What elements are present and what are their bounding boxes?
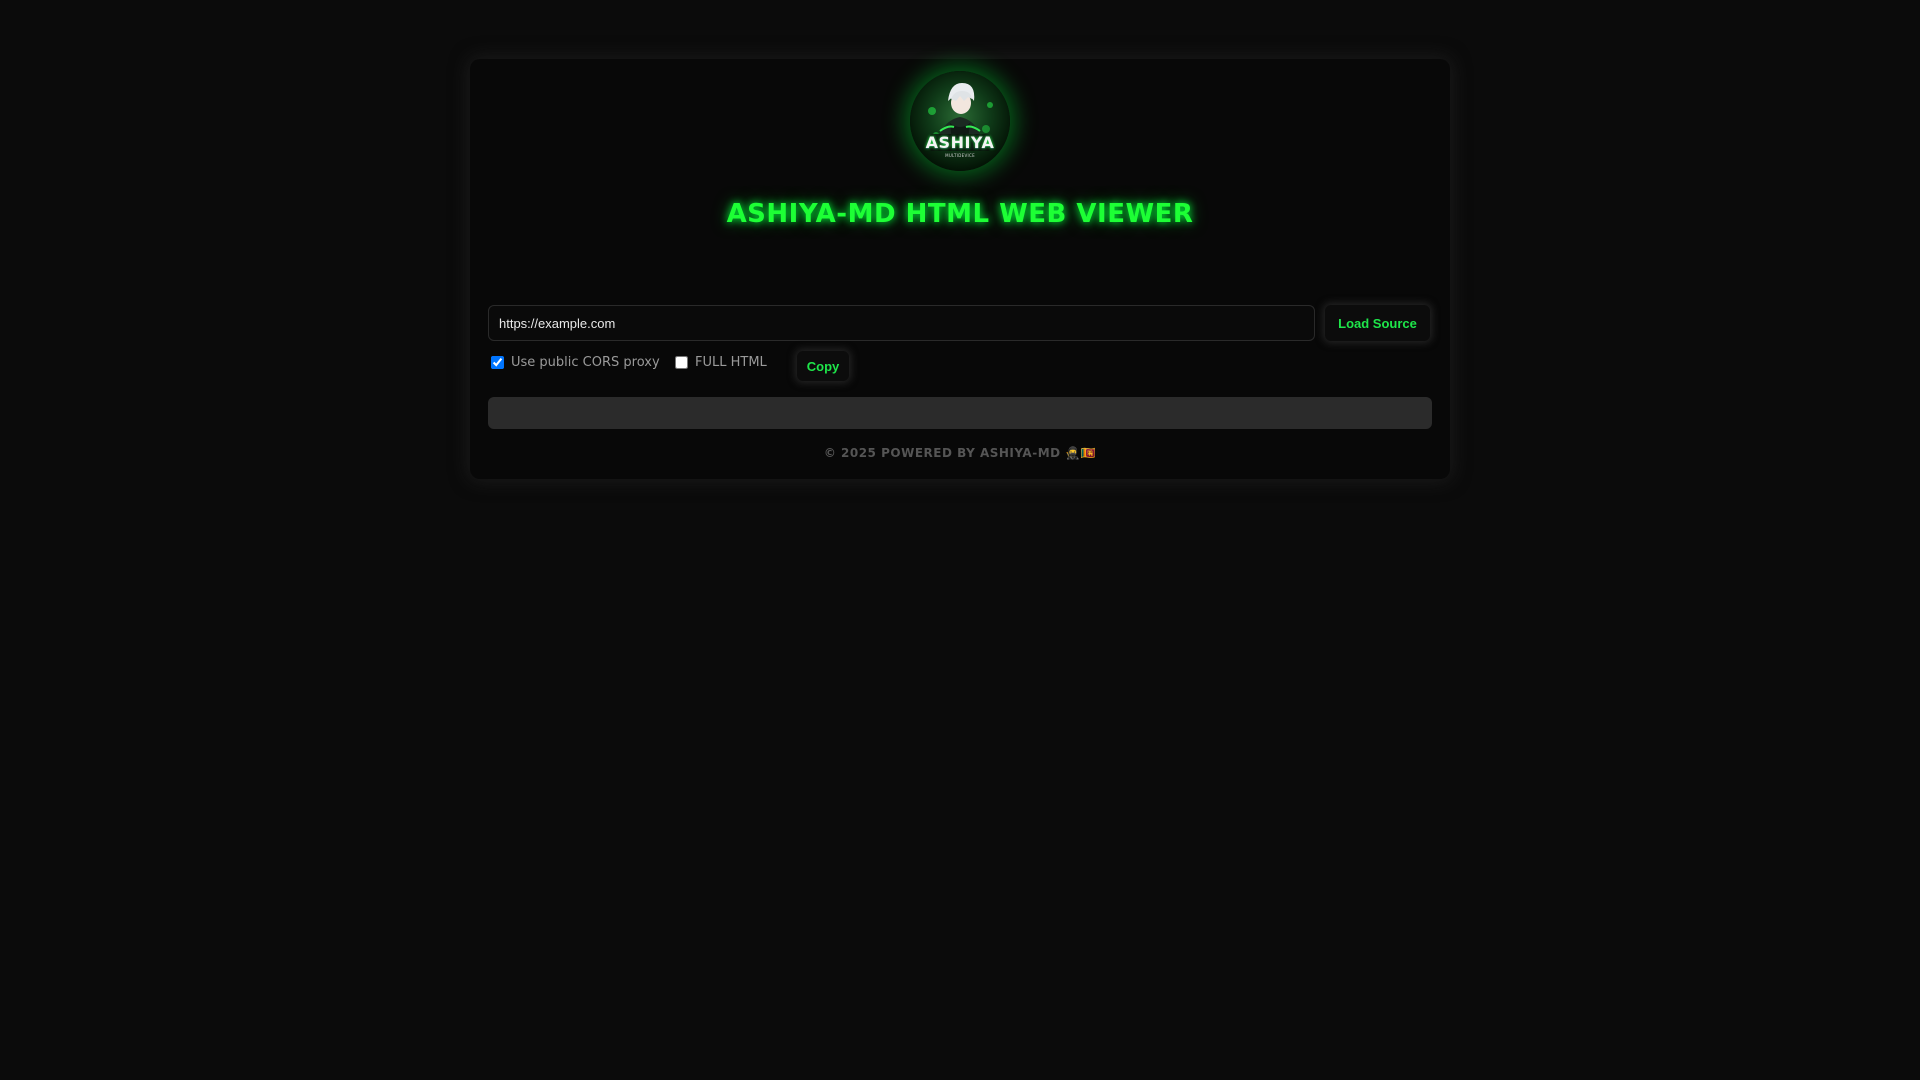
- cors-proxy-label: Use public CORS proxy: [511, 355, 660, 370]
- cors-proxy-checkbox[interactable]: [491, 356, 504, 369]
- page-title: ASHIYA-MD HTML WEB VIEWER: [726, 199, 1194, 229]
- logo-wordmark: ASHIYA: [925, 133, 995, 152]
- footer-credit: © 2025 POWERED BY ASHIYA-MD 🥷🇱🇰: [823, 446, 1097, 460]
- cors-proxy-option[interactable]: Use public CORS proxy: [491, 355, 660, 370]
- viewer-card: ASHIYA MULTIDEVICE ASHIYA-MD HTML WEB VI…: [470, 59, 1450, 479]
- source-output-box[interactable]: [488, 397, 1432, 429]
- full-html-checkbox[interactable]: [675, 356, 688, 369]
- ashiya-logo: ASHIYA MULTIDEVICE: [910, 71, 1010, 171]
- full-html-option[interactable]: FULL HTML: [675, 355, 767, 370]
- copy-button[interactable]: Copy: [797, 351, 849, 381]
- load-source-button[interactable]: Load Source: [1325, 305, 1430, 341]
- full-html-label: FULL HTML: [695, 355, 767, 370]
- logo-subtext: MULTIDEVICE: [945, 153, 975, 158]
- url-input[interactable]: [488, 305, 1315, 341]
